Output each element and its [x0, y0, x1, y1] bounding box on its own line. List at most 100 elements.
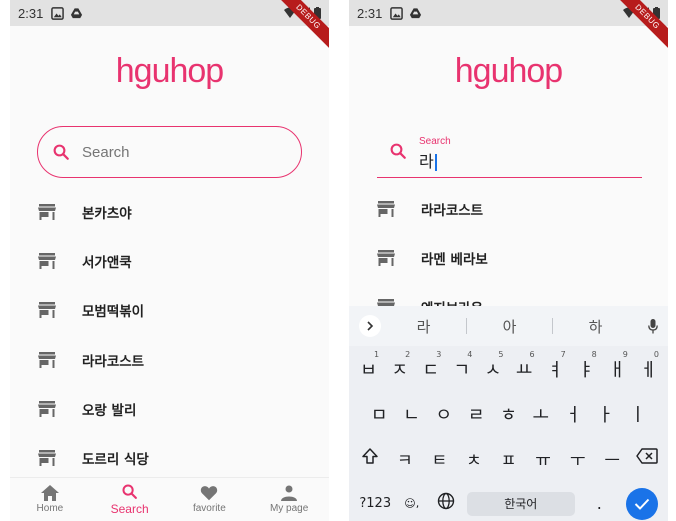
- key[interactable]: ㅈ2: [384, 350, 415, 382]
- list-item[interactable]: 도르리 식당: [10, 433, 329, 482]
- image-notification-icon: [390, 6, 404, 20]
- store-icon: [38, 302, 56, 319]
- suggestion[interactable]: 하: [553, 316, 638, 337]
- expand-toolbar-button[interactable]: [359, 315, 381, 337]
- key-number-hint: 3: [436, 349, 442, 359]
- home-icon: [40, 485, 59, 501]
- key-number-hint: 1: [374, 349, 380, 359]
- key[interactable]: ㅋ: [388, 446, 423, 471]
- key-label: ㅑ: [577, 359, 595, 381]
- key[interactable]: ㅔ0: [633, 350, 664, 382]
- key[interactable]: ㅏ: [589, 401, 621, 427]
- key[interactable]: ㅌ: [422, 446, 457, 471]
- list-item[interactable]: 라멘 베라보: [349, 233, 668, 282]
- list-item[interactable]: 라라코스트: [349, 184, 668, 233]
- nav-label: My page: [269, 503, 309, 514]
- key-number-hint: 5: [498, 349, 504, 359]
- globe-icon: [438, 492, 455, 510]
- key-number-hint: 6: [529, 349, 535, 359]
- list-item[interactable]: 서가앤쿡: [10, 236, 329, 285]
- store-icon: [377, 249, 395, 266]
- voice-input-button[interactable]: [638, 318, 668, 334]
- key[interactable]: ㅅ5: [477, 350, 508, 382]
- key[interactable]: ㅂ1: [353, 350, 384, 382]
- left-screen: 2:31 DEBUG hguhop 본카츠야 서가앤쿡: [10, 0, 329, 521]
- store-icon: [38, 450, 56, 467]
- search-floating-label: Search: [419, 136, 451, 147]
- symbols-key[interactable]: ?123: [357, 496, 393, 511]
- key[interactable]: ㅛ6: [508, 350, 539, 382]
- search-icon: [390, 143, 406, 159]
- search-field[interactable]: [37, 126, 302, 178]
- store-icon: [38, 351, 56, 368]
- key[interactable]: ㅣ: [622, 401, 654, 427]
- search-icon: [122, 484, 138, 499]
- store-name: 본카츠야: [82, 205, 132, 222]
- key[interactable]: ㄷ3: [415, 350, 446, 382]
- list-item[interactable]: 본카츠야: [10, 187, 329, 236]
- store-list: 본카츠야 서가앤쿡 모범떡볶이 라라코스트 오랑 발리 도르리 식당: [10, 187, 329, 483]
- keyboard-row-1: ㅂ1 ㅈ2 ㄷ3 ㄱ4 ㅅ5 ㅛ6 ㅕ7 ㅑ8 ㅐ9 ㅔ0: [349, 346, 668, 391]
- search-input[interactable]: [82, 143, 282, 161]
- bottom-nav: Home Search favorite My page: [10, 477, 329, 521]
- key[interactable]: ㅑ8: [571, 350, 602, 382]
- key[interactable]: ㄴ: [395, 401, 427, 427]
- nav-home[interactable]: Home: [10, 478, 90, 521]
- store-icon: [377, 200, 395, 217]
- key-number-hint: 0: [653, 349, 659, 359]
- store-icon: [38, 400, 56, 417]
- korean-keyboard: 라 아 하 ㅂ1 ㅈ2 ㄷ3 ㄱ4 ㅅ5 ㅛ6 ㅕ7 ㅑ8 ㅐ9 ㅔ0 ㅁ ㄴ …: [349, 306, 668, 521]
- key[interactable]: ㅍ: [491, 446, 526, 471]
- keyboard-row-4: ?123 ☺, 한국어 .: [349, 481, 668, 521]
- nav-my-page[interactable]: My page: [249, 478, 329, 521]
- store-icon: [38, 203, 56, 220]
- key[interactable]: ㅗ: [525, 401, 557, 427]
- suggestion[interactable]: 라: [381, 316, 466, 337]
- backspace-key[interactable]: [630, 448, 665, 469]
- store-name: 모범떡볶이: [82, 304, 145, 321]
- suggestion-strip: 라 아 하: [349, 306, 668, 346]
- key[interactable]: ㅓ: [557, 401, 589, 427]
- list-item[interactable]: 모범떡볶이: [10, 286, 329, 335]
- key-number-hint: 9: [622, 349, 628, 359]
- list-item[interactable]: 라라코스트: [10, 335, 329, 384]
- key-number-hint: 8: [591, 349, 597, 359]
- key[interactable]: ㄹ: [460, 401, 492, 427]
- key[interactable]: ㅇ: [428, 401, 460, 427]
- done-button: [625, 487, 658, 520]
- key[interactable]: ㅊ: [457, 446, 492, 471]
- period-key[interactable]: .: [579, 494, 619, 513]
- emoji-key[interactable]: ☺,: [398, 498, 426, 509]
- key[interactable]: ㅐ9: [602, 350, 633, 382]
- microphone-icon: [648, 318, 658, 333]
- key[interactable]: ㅡ: [595, 446, 630, 471]
- status-time: 2:31: [18, 5, 44, 21]
- key[interactable]: ㅠ: [526, 446, 561, 471]
- key[interactable]: ㅜ: [560, 446, 595, 471]
- store-name: 도르리 식당: [82, 452, 149, 469]
- search-field[interactable]: Search 라: [377, 128, 642, 178]
- nav-search[interactable]: Search: [90, 478, 170, 521]
- check-icon: [634, 498, 649, 510]
- list-item[interactable]: 오랑 발리: [10, 384, 329, 433]
- suggestion[interactable]: 아: [467, 316, 552, 337]
- store-name: 라라코스트: [82, 353, 145, 370]
- key[interactable]: ㅕ7: [540, 350, 571, 382]
- done-key[interactable]: [624, 487, 660, 520]
- key[interactable]: ㄱ4: [446, 350, 477, 382]
- status-time: 2:31: [357, 5, 383, 21]
- space-key[interactable]: 한국어: [466, 491, 575, 516]
- key[interactable]: ㅁ: [363, 401, 395, 427]
- key-label: ㅕ: [546, 359, 564, 381]
- nav-favorite[interactable]: favorite: [170, 478, 250, 521]
- language-key[interactable]: [430, 492, 462, 515]
- shift-key[interactable]: [353, 447, 388, 470]
- key-label: ㄷ: [422, 359, 440, 381]
- drive-notification-icon: [71, 7, 83, 18]
- key[interactable]: ㅎ: [492, 401, 524, 427]
- store-name: 오랑 발리: [82, 402, 137, 419]
- search-input[interactable]: 라: [419, 148, 437, 172]
- image-notification-icon: [51, 6, 65, 20]
- status-bar: 2:31: [349, 0, 668, 26]
- search-icon: [53, 144, 69, 160]
